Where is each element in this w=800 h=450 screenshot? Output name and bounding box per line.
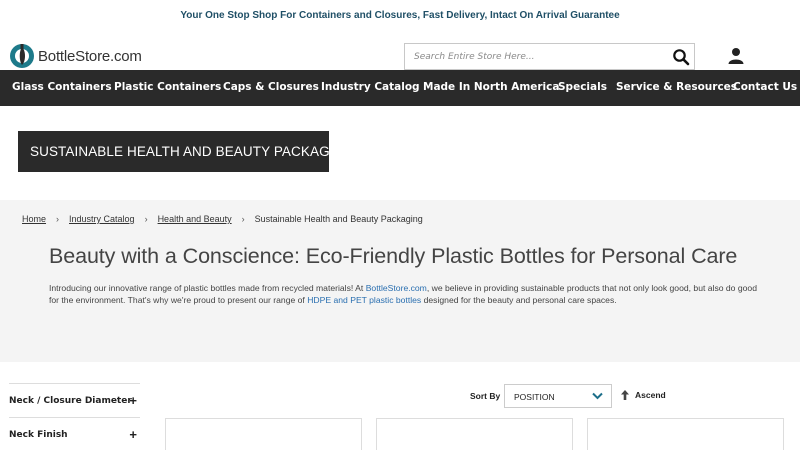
site-header: BottleStore.com [0, 32, 800, 70]
category-intro: Introducing our innovative range of plas… [49, 282, 759, 306]
promo-text: Your One Stop Shop For Containers and Cl… [180, 10, 620, 21]
sort-label: Sort By [470, 391, 501, 401]
expand-plus-icon[interactable]: + [129, 393, 137, 408]
page-title: Beauty with a Conscience: Eco-Friendly P… [49, 244, 738, 268]
main-nav: Glass Containers Plastic Containers Caps… [0, 70, 800, 106]
filter-neck-finish[interactable]: Neck Finish + [9, 417, 140, 450]
breadcrumb-industry-catalog[interactable]: Industry Catalog [69, 214, 135, 224]
sort-direction-toggle[interactable]: Ascend [621, 390, 666, 400]
breadcrumb: Home › Industry Catalog › Health and Bea… [22, 214, 423, 224]
nav-item-service-resources[interactable]: Service & Resources [616, 81, 737, 93]
sort-toolbar: Sort By POSITION Ascend [470, 384, 670, 408]
site-logo[interactable]: BottleStore.com [9, 41, 142, 71]
filter-neck-closure-diameter[interactable]: Neck / Closure Diameter + [9, 383, 140, 417]
filter-sidebar: Neck / Closure Diameter + Neck Finish + [9, 383, 140, 450]
search-box [404, 43, 695, 70]
expand-plus-icon[interactable]: + [129, 427, 137, 442]
intro-text-3: designed for the beauty and personal car… [421, 295, 617, 305]
promo-bar: Your One Stop Shop For Containers and Cl… [0, 0, 800, 32]
category-banner: SUSTAINABLE HEALTH AND BEAUTY PACKAGING [18, 131, 354, 172]
intro-text-1: Introducing our innovative range of plas… [49, 283, 366, 293]
breadcrumb-separator: › [56, 214, 60, 224]
category-banner-area: SUSTAINABLE HEALTH AND BEAUTY PACKAGING [0, 106, 800, 200]
product-card[interactable] [165, 418, 362, 450]
nav-item-specials[interactable]: Specials [558, 81, 607, 93]
filter-label: Neck / Closure Diameter [9, 396, 132, 406]
breadcrumb-home[interactable]: Home [22, 214, 46, 224]
breadcrumb-separator: › [241, 214, 245, 224]
breadcrumb-current: Sustainable Health and Beauty Packaging [254, 214, 423, 224]
nav-item-glass-containers[interactable]: Glass Containers [12, 81, 112, 93]
breadcrumb-separator: › [144, 214, 148, 224]
intro-link-bottlestore[interactable]: BottleStore.com [366, 283, 427, 293]
product-card[interactable] [587, 418, 784, 450]
product-card[interactable] [376, 418, 573, 450]
nav-item-made-in-north-america[interactable]: Made In North America [423, 81, 559, 93]
nav-item-contact-us[interactable]: Contact Us [733, 81, 797, 93]
sort-select[interactable]: POSITION [504, 384, 612, 408]
breadcrumb-health-and-beauty[interactable]: Health and Beauty [158, 214, 232, 224]
category-banner-title: SUSTAINABLE HEALTH AND BEAUTY PACKAGING [30, 144, 354, 159]
nav-item-industry-catalog[interactable]: Industry Catalog [321, 81, 420, 93]
sort-direction-label: Ascend [635, 390, 666, 400]
sort-selected-value: POSITION [514, 392, 555, 402]
search-input[interactable] [405, 44, 655, 69]
intro-link-hdpe-pet[interactable]: HDPE and PET plastic bottles [307, 295, 421, 305]
chevron-down-icon [592, 392, 603, 400]
category-description-section: Home › Industry Catalog › Health and Bea… [0, 200, 800, 362]
bottle-logo-icon [10, 44, 34, 68]
nav-item-caps-closures[interactable]: Caps & Closures [223, 81, 319, 93]
user-account-icon[interactable] [727, 47, 745, 65]
arrow-up-icon [621, 390, 629, 400]
filter-label: Neck Finish [9, 430, 68, 440]
logo-text: BottleStore.com [38, 47, 142, 65]
nav-item-plastic-containers[interactable]: Plastic Containers [114, 81, 221, 93]
search-icon[interactable] [672, 48, 690, 66]
